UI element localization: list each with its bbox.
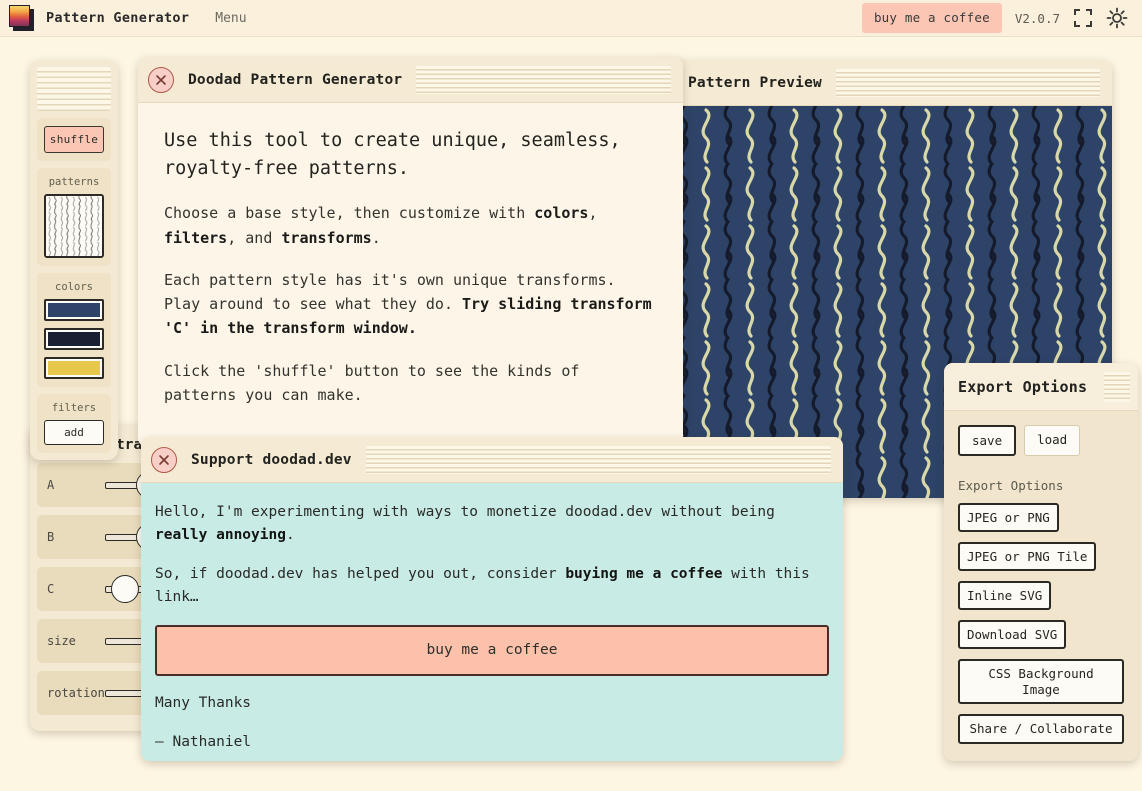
export-button-jpeg-or-png-tile[interactable]: JPEG or PNG Tile	[958, 542, 1097, 571]
export-button-inline-svg[interactable]: Inline SVG	[958, 581, 1052, 610]
color-swatch-2[interactable]	[44, 357, 104, 379]
export-button-share-collaborate[interactable]: Share / Collaborate	[958, 714, 1124, 744]
tools-sidebar: shuffle patterns colors filters add	[30, 60, 118, 460]
drag-grip-icon[interactable]	[416, 65, 671, 94]
info-p2-e: .	[371, 228, 381, 247]
pattern-thumbnail[interactable]	[44, 194, 104, 258]
info-dialog-title: Doodad Pattern Generator	[188, 71, 403, 88]
info-paragraph-1: Use this tool to create unique, seamless…	[164, 130, 621, 180]
color-fill-1	[48, 332, 100, 346]
color-fill-0	[48, 303, 100, 317]
patterns-group: patterns	[37, 168, 111, 266]
info-dialog-titlebar[interactable]: Doodad Pattern Generator	[138, 57, 683, 103]
export-button-download-svg[interactable]: Download SVG	[958, 620, 1067, 649]
support-p1-bold: really annoying	[155, 527, 286, 544]
filters-label: filters	[51, 402, 97, 414]
version-label: V2.0.7	[1014, 10, 1060, 26]
info-p2-filters: filters	[164, 228, 228, 247]
drag-grip-icon[interactable]	[1104, 371, 1130, 402]
support-dialog: Support doodad.dev Hello, I'm experiment…	[141, 437, 843, 761]
drag-grip-icon[interactable]	[835, 68, 1100, 97]
save-button[interactable]: save	[958, 425, 1017, 456]
save-load-row: save load	[958, 425, 1124, 456]
buy-me-a-coffee-link-button[interactable]: buy me a coffee	[155, 624, 829, 677]
info-p2-d: , and	[227, 228, 282, 247]
export-options-panel: Export Options save load Export Options …	[944, 363, 1138, 761]
slider-knob[interactable]	[111, 575, 140, 603]
colors-label: colors	[55, 281, 93, 293]
support-p1-c: .	[285, 527, 295, 544]
support-thanks: Many Thanks	[155, 695, 252, 712]
buy-me-a-coffee-button[interactable]: buy me a coffee	[861, 3, 1002, 33]
slider-label-size: size	[47, 634, 76, 648]
add-filter-button[interactable]: add	[44, 420, 104, 445]
page-title: Pattern Generator	[46, 10, 190, 26]
colors-group: colors	[37, 273, 111, 387]
support-p2-bold: buying me a coffee	[565, 565, 723, 582]
filters-group: filters add	[37, 394, 111, 453]
fullscreen-icon[interactable]	[1073, 8, 1093, 28]
support-paragraph-1: Hello, I'm experimenting with ways to mo…	[155, 501, 829, 548]
preview-titlebar[interactable]: Pattern Preview	[650, 60, 1112, 106]
info-paragraph-4: Click the 'shuffle' button to see the ki…	[164, 361, 580, 404]
support-dialog-titlebar[interactable]: Support doodad.dev	[141, 437, 843, 483]
sun-icon[interactable]	[1106, 7, 1128, 29]
app-logo-icon	[9, 5, 34, 31]
color-fill-2	[48, 361, 100, 375]
close-icon[interactable]	[148, 66, 174, 93]
export-button-css-background-image[interactable]: CSS Background Image	[958, 659, 1124, 705]
app-header: Pattern Generator Menu buy me a coffee V…	[0, 0, 1142, 37]
export-panel-titlebar[interactable]: Export Options	[944, 363, 1138, 411]
info-p2-a: Choose a base style, then customize with	[164, 204, 535, 223]
slider-label-rotation: rotation	[47, 686, 105, 700]
support-p2-a: So, if doodad.dev has helped you out, co…	[155, 565, 566, 582]
support-dialog-body: Hello, I'm experimenting with ways to mo…	[141, 483, 843, 761]
info-p2-transforms: transforms	[281, 228, 372, 247]
info-paragraph-3: Each pattern style has it's own unique t…	[164, 268, 657, 341]
slider-label-c: C	[47, 582, 55, 596]
info-dialog: Doodad Pattern Generator Use this tool t…	[138, 57, 683, 447]
support-p1-a: Hello, I'm experimenting with ways to mo…	[155, 504, 775, 520]
preview-title: Pattern Preview	[688, 74, 822, 91]
export-panel-body: save load Export Options JPEG or PNGJPEG…	[944, 411, 1138, 761]
load-button[interactable]: load	[1024, 425, 1081, 456]
patterns-label: patterns	[48, 176, 100, 188]
drag-grip-icon[interactable]	[365, 445, 831, 474]
export-button-jpeg-or-png[interactable]: JPEG or PNG	[958, 503, 1059, 532]
export-options-section-label: Export Options	[958, 478, 1064, 493]
slider-label-a: A	[47, 478, 55, 492]
support-paragraph-2: So, if doodad.dev has helped you out, co…	[155, 563, 829, 610]
close-icon[interactable]	[151, 446, 177, 473]
info-dialog-body: Use this tool to create unique, seamless…	[138, 103, 683, 447]
color-swatch-0[interactable]	[44, 299, 104, 321]
info-paragraph-2: Choose a base style, then customize with…	[164, 201, 657, 250]
shuffle-group: shuffle	[37, 118, 111, 161]
export-panel-title: Export Options	[958, 377, 1088, 396]
menu-button[interactable]: Menu	[215, 11, 246, 26]
sidebar-drag-grip-icon[interactable]	[37, 67, 111, 111]
shuffle-button[interactable]: shuffle	[44, 126, 104, 153]
color-swatch-1[interactable]	[44, 328, 104, 350]
slider-label-b: B	[47, 530, 55, 544]
support-dialog-title: Support doodad.dev	[191, 451, 352, 468]
header-actions: buy me a coffee V2.0.7	[861, 3, 1128, 33]
export-button-list: JPEG or PNG JPEG or PNG Tile Inline SVG Dow…	[958, 503, 1124, 744]
info-p2-colors: colors	[534, 204, 589, 223]
support-signature: — Nathaniel	[155, 733, 252, 750]
info-p2-c: ,	[588, 204, 598, 223]
